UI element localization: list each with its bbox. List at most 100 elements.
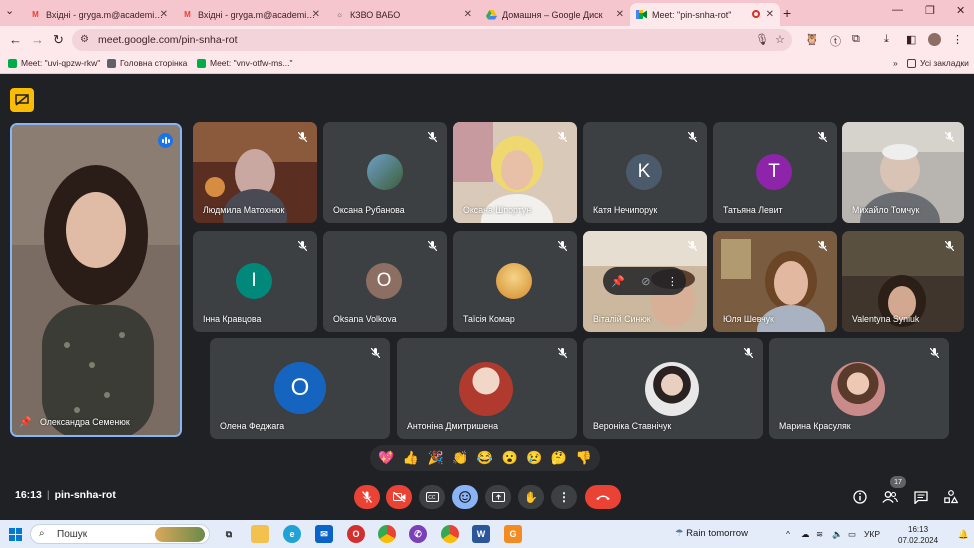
- mail-icon[interactable]: ✉: [315, 525, 333, 543]
- participant-tile[interactable]: O Oksana Volkova: [323, 231, 447, 332]
- close-icon[interactable]: ✕: [766, 9, 774, 20]
- taskbar-clock[interactable]: 16:13 07.02.2024: [898, 524, 938, 546]
- tab-search-icon[interactable]: ⌄: [5, 4, 14, 17]
- all-bookmarks[interactable]: Усі закладки: [907, 58, 969, 68]
- microphone-icon[interactable]: 🎙: [755, 33, 769, 46]
- tray-expand-icon[interactable]: ^: [786, 529, 790, 539]
- app-icon[interactable]: G: [504, 525, 522, 543]
- window-close-button[interactable]: ✕: [956, 4, 965, 17]
- tab-gmail-1[interactable]: M Вхідні - gryga.m@academia.vn ✕: [24, 3, 174, 26]
- notifications-icon[interactable]: 🔔: [958, 529, 969, 540]
- participant-tile[interactable]: Антоніна Дмитришена: [397, 338, 577, 439]
- new-tab-button[interactable]: +: [783, 5, 791, 21]
- tab-drive[interactable]: Домашня – Google Диск ✕: [480, 3, 630, 26]
- bookmark-star-icon[interactable]: ☆: [775, 33, 785, 46]
- bookmark-meet-1[interactable]: Meet: "uvi-qpzw-rkw": [8, 58, 100, 68]
- close-icon[interactable]: ✕: [464, 9, 472, 20]
- wifi-icon[interactable]: ≋: [816, 529, 823, 540]
- reaction-laugh[interactable]: 😂: [477, 450, 493, 466]
- side-panel-icon[interactable]: ◧: [906, 33, 916, 46]
- back-button[interactable]: ←: [9, 32, 22, 47]
- participant-tile[interactable]: Михайло Томчук: [842, 122, 964, 223]
- reaction-thinking[interactable]: 🤔: [551, 450, 567, 466]
- extensions-puzzle-icon[interactable]: ⧉: [852, 33, 860, 46]
- participant-tile[interactable]: Таїсія Комар: [453, 231, 577, 332]
- reaction-party[interactable]: 🎉: [428, 450, 444, 466]
- minimize-button[interactable]: —: [892, 4, 903, 16]
- presentation-icon[interactable]: [10, 88, 34, 112]
- file-explorer-icon[interactable]: [251, 525, 269, 543]
- participant-tile[interactable]: T Татьяна Левит: [713, 122, 837, 223]
- captions-button[interactable]: CC: [419, 485, 445, 509]
- profile-avatar[interactable]: [928, 33, 941, 46]
- participant-tile[interactable]: Оксана Шпортун: [453, 122, 577, 223]
- participants-button[interactable]: [881, 488, 899, 506]
- participant-tile[interactable]: Людмила Матохнюк: [193, 122, 317, 223]
- participant-tile[interactable]: I Інна Кравцова: [193, 231, 317, 332]
- edge-icon[interactable]: e: [283, 525, 301, 543]
- close-icon[interactable]: ✕: [312, 9, 320, 20]
- translate-icon[interactable]: ⓣ: [830, 33, 841, 49]
- avatar: [367, 154, 403, 190]
- download-icon[interactable]: ⤓: [884, 33, 889, 46]
- reaction-surprised[interactable]: 😮: [502, 450, 518, 466]
- reaction-heart[interactable]: 💖: [378, 450, 394, 466]
- meeting-details-button[interactable]: [851, 488, 869, 506]
- reaction-sad[interactable]: 😢: [526, 450, 542, 466]
- reload-button[interactable]: ↻: [53, 32, 64, 48]
- participant-tile[interactable]: Юля Шевчук: [713, 231, 837, 332]
- bookmark-overflow-chevron-icon[interactable]: »: [893, 58, 898, 68]
- present-screen-button[interactable]: [485, 485, 511, 509]
- chat-button[interactable]: [912, 488, 930, 506]
- activities-button[interactable]: [942, 488, 960, 506]
- microphone-toggle-button[interactable]: [354, 485, 380, 509]
- leave-call-button[interactable]: [585, 485, 621, 509]
- close-icon[interactable]: ✕: [160, 9, 168, 20]
- bookmark-meet-2[interactable]: Meet: "vnv-otfw-ms...": [197, 58, 293, 68]
- language-indicator[interactable]: УКР: [864, 529, 880, 539]
- pin-icon[interactable]: 📌: [19, 417, 31, 428]
- reaction-clap[interactable]: 👏: [452, 450, 468, 466]
- weather-widget[interactable]: ☂ Rain tomorrow: [675, 528, 748, 539]
- mute-participant-icon[interactable]: ⊘: [641, 275, 650, 288]
- battery-icon[interactable]: ▭: [848, 529, 856, 540]
- url-text[interactable]: meet.google.com/pin-snha-rot: [98, 34, 238, 46]
- participant-tile[interactable]: Марина Красуляк: [769, 338, 949, 439]
- omnibox[interactable]: ⚙ meet.google.com/pin-snha-rot 🎙 ☆: [72, 29, 792, 51]
- restore-button[interactable]: ❐: [925, 4, 935, 17]
- reaction-thumbs-up[interactable]: 👍: [403, 450, 419, 466]
- participant-tile[interactable]: 📌 ⊘ ⋮ Віталій Синюк: [583, 231, 707, 332]
- raise-hand-button[interactable]: ✋: [518, 485, 544, 509]
- volume-icon[interactable]: 🔈: [832, 529, 843, 540]
- tab-meet-active[interactable]: Meet: "pin-snha-rot" ✕: [630, 3, 780, 26]
- task-view-icon[interactable]: ⧉: [220, 525, 238, 543]
- more-options-icon[interactable]: ⋮: [667, 275, 678, 288]
- participant-tile[interactable]: Valentyna Syniuk: [842, 231, 964, 332]
- participant-tile[interactable]: K Катя Нечипорук: [583, 122, 707, 223]
- more-options-button[interactable]: ⋮: [551, 485, 577, 509]
- tab-gmail-2[interactable]: M Вхідні - gryga.m@academia.vn ✕: [176, 3, 326, 26]
- viber-icon[interactable]: ✆: [409, 525, 427, 543]
- tab-kzvo[interactable]: ☼ КЗВО ВАБО ✕: [328, 3, 478, 26]
- extension-icon[interactable]: 🦉: [805, 33, 819, 46]
- chrome-icon[interactable]: [378, 525, 396, 543]
- bookmark-home[interactable]: Головна сторінка: [107, 58, 187, 68]
- participant-tile[interactable]: O Олена Феджага: [210, 338, 390, 439]
- windows-start-icon[interactable]: [6, 525, 24, 543]
- camera-toggle-button[interactable]: [386, 485, 412, 509]
- word-icon[interactable]: W: [472, 525, 490, 543]
- presenter-tile[interactable]: 📌 Олександра Семенюк: [10, 123, 182, 437]
- close-icon[interactable]: ✕: [616, 9, 624, 20]
- forward-button[interactable]: →: [31, 32, 44, 47]
- pin-icon[interactable]: 📌: [611, 275, 625, 288]
- participant-tile[interactable]: Оксана Рубанова: [323, 122, 447, 223]
- emoji-reactions-button[interactable]: [452, 485, 478, 509]
- chrome-profile-icon[interactable]: [441, 525, 459, 543]
- taskbar-search-box[interactable]: ⌕ Пошук: [30, 524, 210, 544]
- onedrive-icon[interactable]: ☁: [801, 529, 810, 540]
- participant-tile[interactable]: Вероніка Ставнічук: [583, 338, 763, 439]
- opera-icon[interactable]: O: [347, 525, 365, 543]
- site-info-icon[interactable]: ⚙: [80, 34, 89, 45]
- reaction-thumbs-down[interactable]: 👎: [575, 450, 591, 466]
- menu-kebab-icon[interactable]: ⋮: [952, 33, 963, 46]
